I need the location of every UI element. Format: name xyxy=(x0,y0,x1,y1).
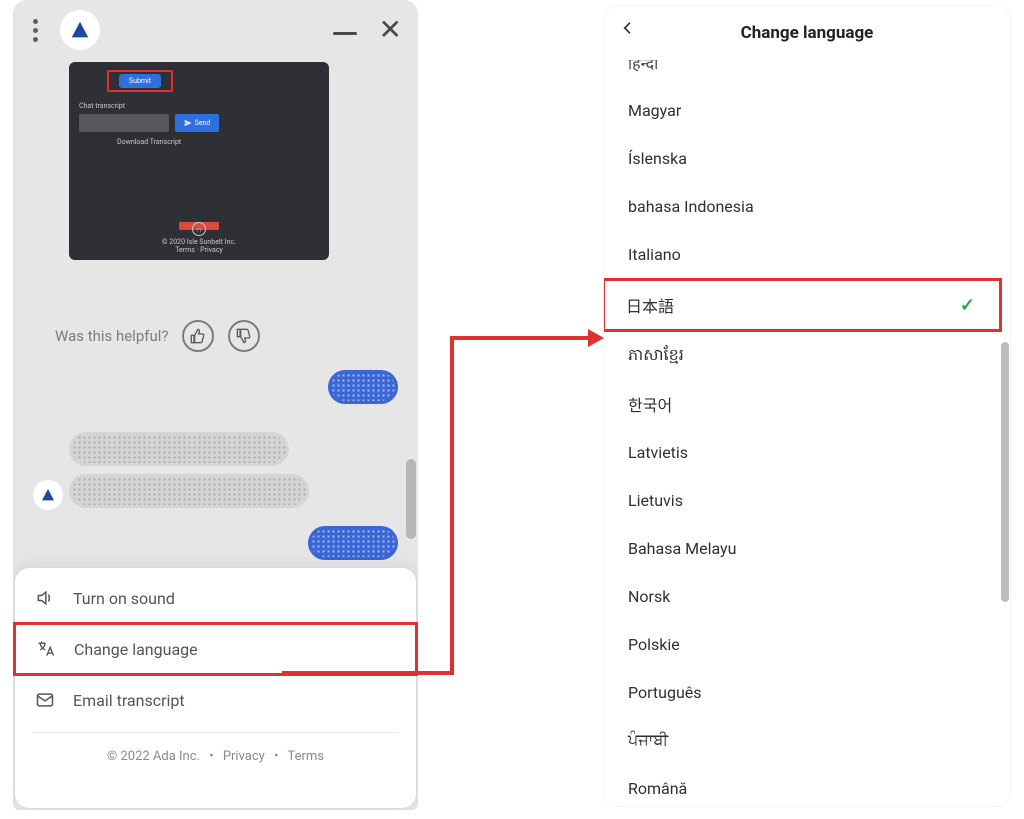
chat-widget: ✕ Submit Chat transcript Send D xyxy=(13,0,418,810)
footer-copyright: © 2022 Ada Inc. xyxy=(107,749,200,764)
language-option[interactable]: Português xyxy=(604,668,1000,716)
check-icon: ✓ xyxy=(960,295,975,316)
language-label: 日本語 xyxy=(626,293,674,317)
annotation-arrow xyxy=(450,338,454,675)
options-menu: Turn on sound Change language Email tran… xyxy=(15,568,416,808)
language-label: Magyar xyxy=(628,101,681,120)
submit-pill: Submit xyxy=(119,74,161,88)
user-message-bubble xyxy=(328,370,398,404)
language-option[interactable]: Lietuvis xyxy=(604,476,1000,524)
language-option[interactable]: Norsk xyxy=(604,572,1000,620)
language-option[interactable]: Polskie xyxy=(604,620,1000,668)
language-option[interactable]: ភាសាខ្មែរ xyxy=(604,332,1000,380)
menu-footer: © 2022 Ada Inc. • Privacy • Terms xyxy=(15,733,416,778)
kebab-menu-button[interactable] xyxy=(29,15,42,46)
email-field-placeholder xyxy=(79,114,169,132)
language-label: Polskie xyxy=(628,635,680,654)
language-option[interactable]: Italiano xyxy=(604,230,1000,278)
thumbs-down-button[interactable] xyxy=(228,320,260,352)
menu-item-label: Email transcript xyxy=(73,691,185,710)
language-label: Latvietis xyxy=(628,443,688,462)
language-option[interactable]: Íslenska xyxy=(604,134,1000,182)
minimize-button[interactable] xyxy=(333,32,357,35)
footer-privacy-link[interactable]: Privacy xyxy=(223,749,265,764)
language-label: 한국어 xyxy=(628,392,672,416)
bot-avatar xyxy=(33,480,63,510)
language-header: Change language xyxy=(604,6,1010,60)
translate-icon xyxy=(34,639,58,659)
feedback-prompt: Was this helpful? xyxy=(55,327,168,345)
bot-message-bubble xyxy=(69,474,309,508)
language-label: ਪੰਜਾਬੀ xyxy=(628,730,668,750)
language-scrollbar[interactable] xyxy=(1001,60,1009,802)
language-option[interactable]: हिन्दी xyxy=(604,60,1000,86)
headset-icon: ∩ xyxy=(192,222,206,236)
chat-topbar: ✕ xyxy=(13,0,418,60)
user-message-bubble xyxy=(308,526,398,560)
language-label: Română xyxy=(628,779,687,798)
menu-item-label: Change language xyxy=(74,640,198,659)
language-option[interactable]: 日本語 ✓ xyxy=(604,278,1002,332)
footer-terms-link[interactable]: Terms xyxy=(287,749,324,764)
chevron-left-icon xyxy=(620,20,636,36)
language-option[interactable]: Latvietis xyxy=(604,428,1000,476)
language-option[interactable]: ਪੰਜਾਬੀ xyxy=(604,716,1000,764)
language-panel: Change language हिन्दी Magyar Íslenska baha… xyxy=(604,6,1010,806)
feedback-row: Was this helpful? xyxy=(55,320,260,352)
language-option[interactable]: 한국어 xyxy=(604,380,1000,428)
panel-title: Change language xyxy=(741,23,874,43)
annotation-arrow xyxy=(282,671,454,675)
bot-message-bubble xyxy=(69,432,289,466)
help-article-image: Submit Chat transcript Send Download Tra… xyxy=(69,62,329,260)
mountain-icon xyxy=(69,19,91,41)
language-option[interactable]: Română xyxy=(604,764,1000,802)
menu-item-sound[interactable]: Turn on sound xyxy=(15,574,416,622)
close-button[interactable]: ✕ xyxy=(379,16,402,44)
language-label: Norsk xyxy=(628,587,670,606)
mountain-icon xyxy=(40,487,56,503)
menu-item-change-language[interactable]: Change language xyxy=(13,622,418,676)
arrow-head-icon xyxy=(588,329,604,347)
inner-highlight-box: Submit xyxy=(107,70,173,92)
language-label: Lietuvis xyxy=(628,491,683,510)
language-option[interactable]: Bahasa Melayu xyxy=(604,524,1000,572)
thumbs-up-icon xyxy=(190,328,206,344)
send-pill: Send xyxy=(175,114,219,132)
language-label: Português xyxy=(628,683,702,702)
language-label: हिन्दी xyxy=(628,60,658,74)
language-label: ភាសាខ្មែរ xyxy=(628,344,684,368)
annotation-arrow xyxy=(450,336,590,340)
language-scroll-area: हिन्दी Magyar Íslenska bahasa Indonesia Ital… xyxy=(604,60,1010,802)
language-label: Italiano xyxy=(628,245,681,264)
language-label: bahasa Indonesia xyxy=(628,197,754,216)
language-option[interactable]: bahasa Indonesia xyxy=(604,182,1000,230)
language-label: Íslenska xyxy=(628,149,687,168)
back-button[interactable] xyxy=(620,20,636,36)
section-label: Chat transcript xyxy=(79,102,125,110)
thumbs-down-icon xyxy=(236,328,252,344)
thumbs-up-button[interactable] xyxy=(182,320,214,352)
sound-icon xyxy=(33,588,57,608)
menu-item-email-transcript[interactable]: Email transcript xyxy=(15,676,416,724)
download-link-label: Download Transcript xyxy=(117,138,181,146)
language-option[interactable]: Magyar xyxy=(604,86,1000,134)
language-label: Bahasa Melayu xyxy=(628,539,736,558)
brand-logo xyxy=(60,10,100,50)
menu-item-label: Turn on sound xyxy=(73,589,175,608)
chat-scroll-area: Submit Chat transcript Send Download Tra… xyxy=(13,60,418,572)
footer-copyright: © 2020 Isle Sunbelt Inc. xyxy=(162,238,236,246)
footer-links: Terms · Privacy xyxy=(175,246,223,254)
email-icon xyxy=(33,690,57,710)
